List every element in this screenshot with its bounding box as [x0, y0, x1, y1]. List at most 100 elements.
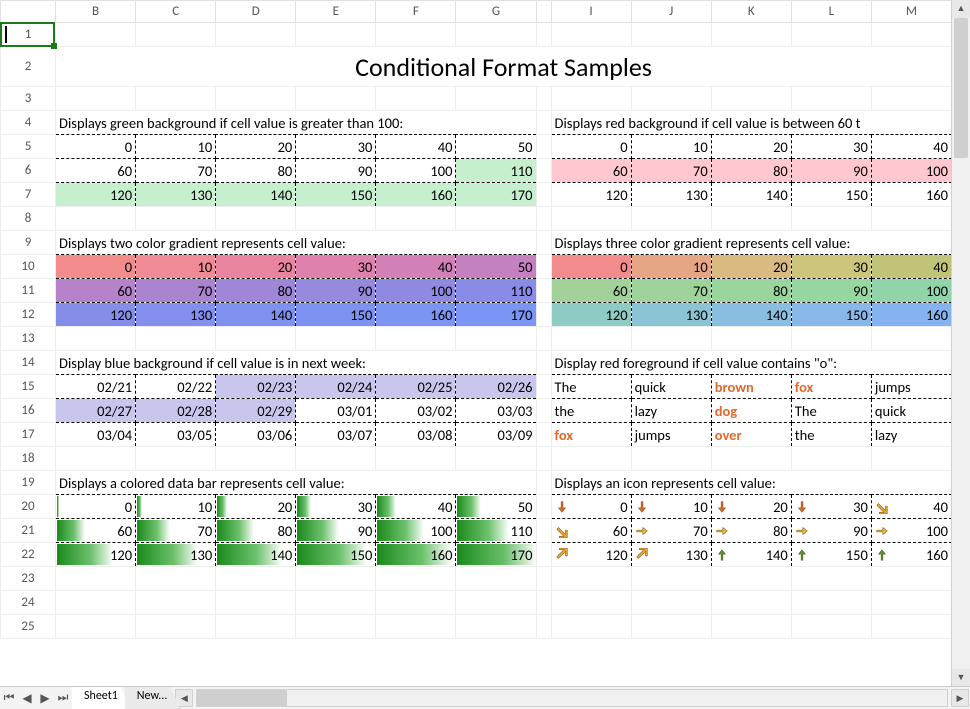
row-header[interactable]: 24	[1, 591, 56, 615]
cell[interactable]: 60	[551, 519, 631, 543]
cell[interactable]: 03/09	[456, 423, 536, 447]
col-header[interactable]: K	[711, 1, 791, 23]
cell[interactable]	[456, 447, 536, 471]
cell[interactable]: 160	[871, 303, 951, 327]
cell[interactable]: 0	[551, 135, 631, 159]
row-header[interactable]: 15	[1, 375, 56, 399]
cell[interactable]: 10	[136, 135, 216, 159]
cell[interactable]: 02/27	[56, 399, 136, 423]
vertical-scrollbar[interactable]: ▲ ▼	[951, 0, 970, 687]
cell[interactable]: 170	[456, 543, 536, 567]
cell[interactable]	[56, 447, 136, 471]
cell[interactable]	[56, 207, 136, 231]
cell[interactable]	[56, 23, 136, 47]
cell[interactable]: 10	[136, 255, 216, 279]
cell[interactable]	[56, 591, 136, 615]
cell[interactable]: 30	[791, 255, 871, 279]
cell[interactable]	[216, 567, 296, 591]
cell[interactable]	[711, 327, 791, 351]
cell[interactable]: 100	[376, 159, 456, 183]
cell[interactable]: 130	[631, 183, 711, 207]
tab-nav-last-icon[interactable]: ⏭	[54, 687, 72, 709]
tab-nav-next-icon[interactable]: ▶	[36, 687, 54, 709]
cell[interactable]: quick	[871, 399, 951, 423]
cell[interactable]: 80	[216, 279, 296, 303]
select-all-corner[interactable]	[1, 1, 56, 23]
cell[interactable]: 30	[296, 495, 376, 519]
sheet-tab-new[interactable]: New...	[125, 687, 181, 709]
cell[interactable]: The	[551, 375, 631, 399]
cell[interactable]	[136, 87, 216, 111]
cell[interactable]: 60	[56, 159, 136, 183]
cell[interactable]: 100	[871, 279, 951, 303]
cell[interactable]	[216, 615, 296, 639]
cell[interactable]	[376, 87, 456, 111]
row-header[interactable]: 8	[1, 207, 56, 231]
cell[interactable]: 03/06	[216, 423, 296, 447]
cell[interactable]	[551, 207, 631, 231]
cell[interactable]	[376, 447, 456, 471]
cell[interactable]: 03/01	[296, 399, 376, 423]
cell[interactable]	[456, 207, 536, 231]
cell[interactable]: 70	[136, 519, 216, 543]
cell[interactable]: 110	[456, 519, 536, 543]
cell[interactable]: 100	[376, 279, 456, 303]
cell[interactable]: 03/07	[296, 423, 376, 447]
cell[interactable]: 160	[871, 183, 951, 207]
cell[interactable]	[631, 207, 711, 231]
row-header[interactable]: 23	[1, 567, 56, 591]
col-header[interactable]: G	[456, 1, 536, 23]
cell[interactable]	[296, 23, 376, 47]
cell[interactable]	[871, 447, 951, 471]
cell[interactable]: 150	[296, 303, 376, 327]
scroll-thumb[interactable]	[954, 18, 968, 158]
cell[interactable]	[631, 447, 711, 471]
cell[interactable]: 90	[791, 159, 871, 183]
cell[interactable]: 20	[216, 495, 296, 519]
cell[interactable]	[551, 87, 631, 111]
cell[interactable]: 02/28	[136, 399, 216, 423]
cell[interactable]: 150	[791, 183, 871, 207]
cell[interactable]: 50	[456, 135, 536, 159]
cell[interactable]: the	[551, 399, 631, 423]
cell[interactable]: the	[791, 423, 871, 447]
block-header[interactable]: Display red foreground if cell value con…	[551, 351, 951, 375]
cell[interactable]: 150	[296, 543, 376, 567]
cell[interactable]	[631, 87, 711, 111]
cell[interactable]: 120	[551, 303, 631, 327]
cell[interactable]	[791, 447, 871, 471]
row-header[interactable]: 3	[1, 87, 56, 111]
cell[interactable]: 02/21	[56, 375, 136, 399]
cell[interactable]	[296, 207, 376, 231]
block-header[interactable]: Displays three color gradient represents…	[551, 231, 951, 255]
col-header[interactable]: I	[551, 1, 631, 23]
row-header[interactable]: 14	[1, 351, 56, 375]
cell[interactable]	[216, 23, 296, 47]
cell[interactable]	[56, 615, 136, 639]
cell[interactable]: 100	[871, 159, 951, 183]
cell[interactable]: 02/29	[216, 399, 296, 423]
cell[interactable]: 100	[871, 519, 951, 543]
cell[interactable]: 90	[296, 279, 376, 303]
cell[interactable]	[711, 23, 791, 47]
cell[interactable]: 0	[551, 255, 631, 279]
cell[interactable]	[871, 87, 951, 111]
cell[interactable]	[216, 591, 296, 615]
row-header[interactable]: 5	[1, 135, 56, 159]
cell[interactable]: 02/25	[376, 375, 456, 399]
row-header[interactable]: 17	[1, 423, 56, 447]
cell[interactable]: 60	[56, 519, 136, 543]
cell[interactable]: jumps	[871, 375, 951, 399]
col-header[interactable]: C	[136, 1, 216, 23]
cell[interactable]	[551, 615, 631, 639]
row-header[interactable]: 9	[1, 231, 56, 255]
cell[interactable]: 110	[456, 279, 536, 303]
cell[interactable]: 120	[551, 543, 631, 567]
cell[interactable]: 03/05	[136, 423, 216, 447]
cell[interactable]	[296, 615, 376, 639]
cell[interactable]: 70	[136, 279, 216, 303]
cell[interactable]: 140	[711, 303, 791, 327]
cell[interactable]: 60	[56, 279, 136, 303]
cell[interactable]: 03/08	[376, 423, 456, 447]
cell[interactable]: 20	[711, 495, 791, 519]
